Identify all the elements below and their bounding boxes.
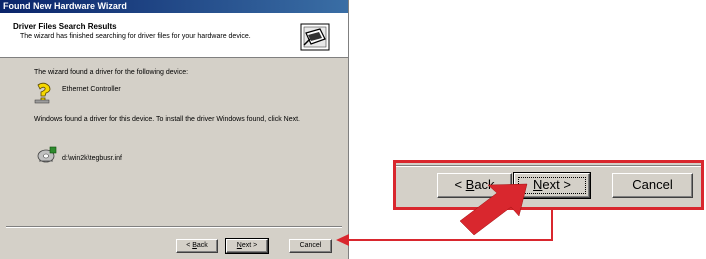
callout-arrows	[336, 183, 553, 246]
pointer-arrow	[459, 183, 528, 236]
connector-line	[348, 210, 553, 241]
connector-arrowhead	[336, 234, 349, 246]
